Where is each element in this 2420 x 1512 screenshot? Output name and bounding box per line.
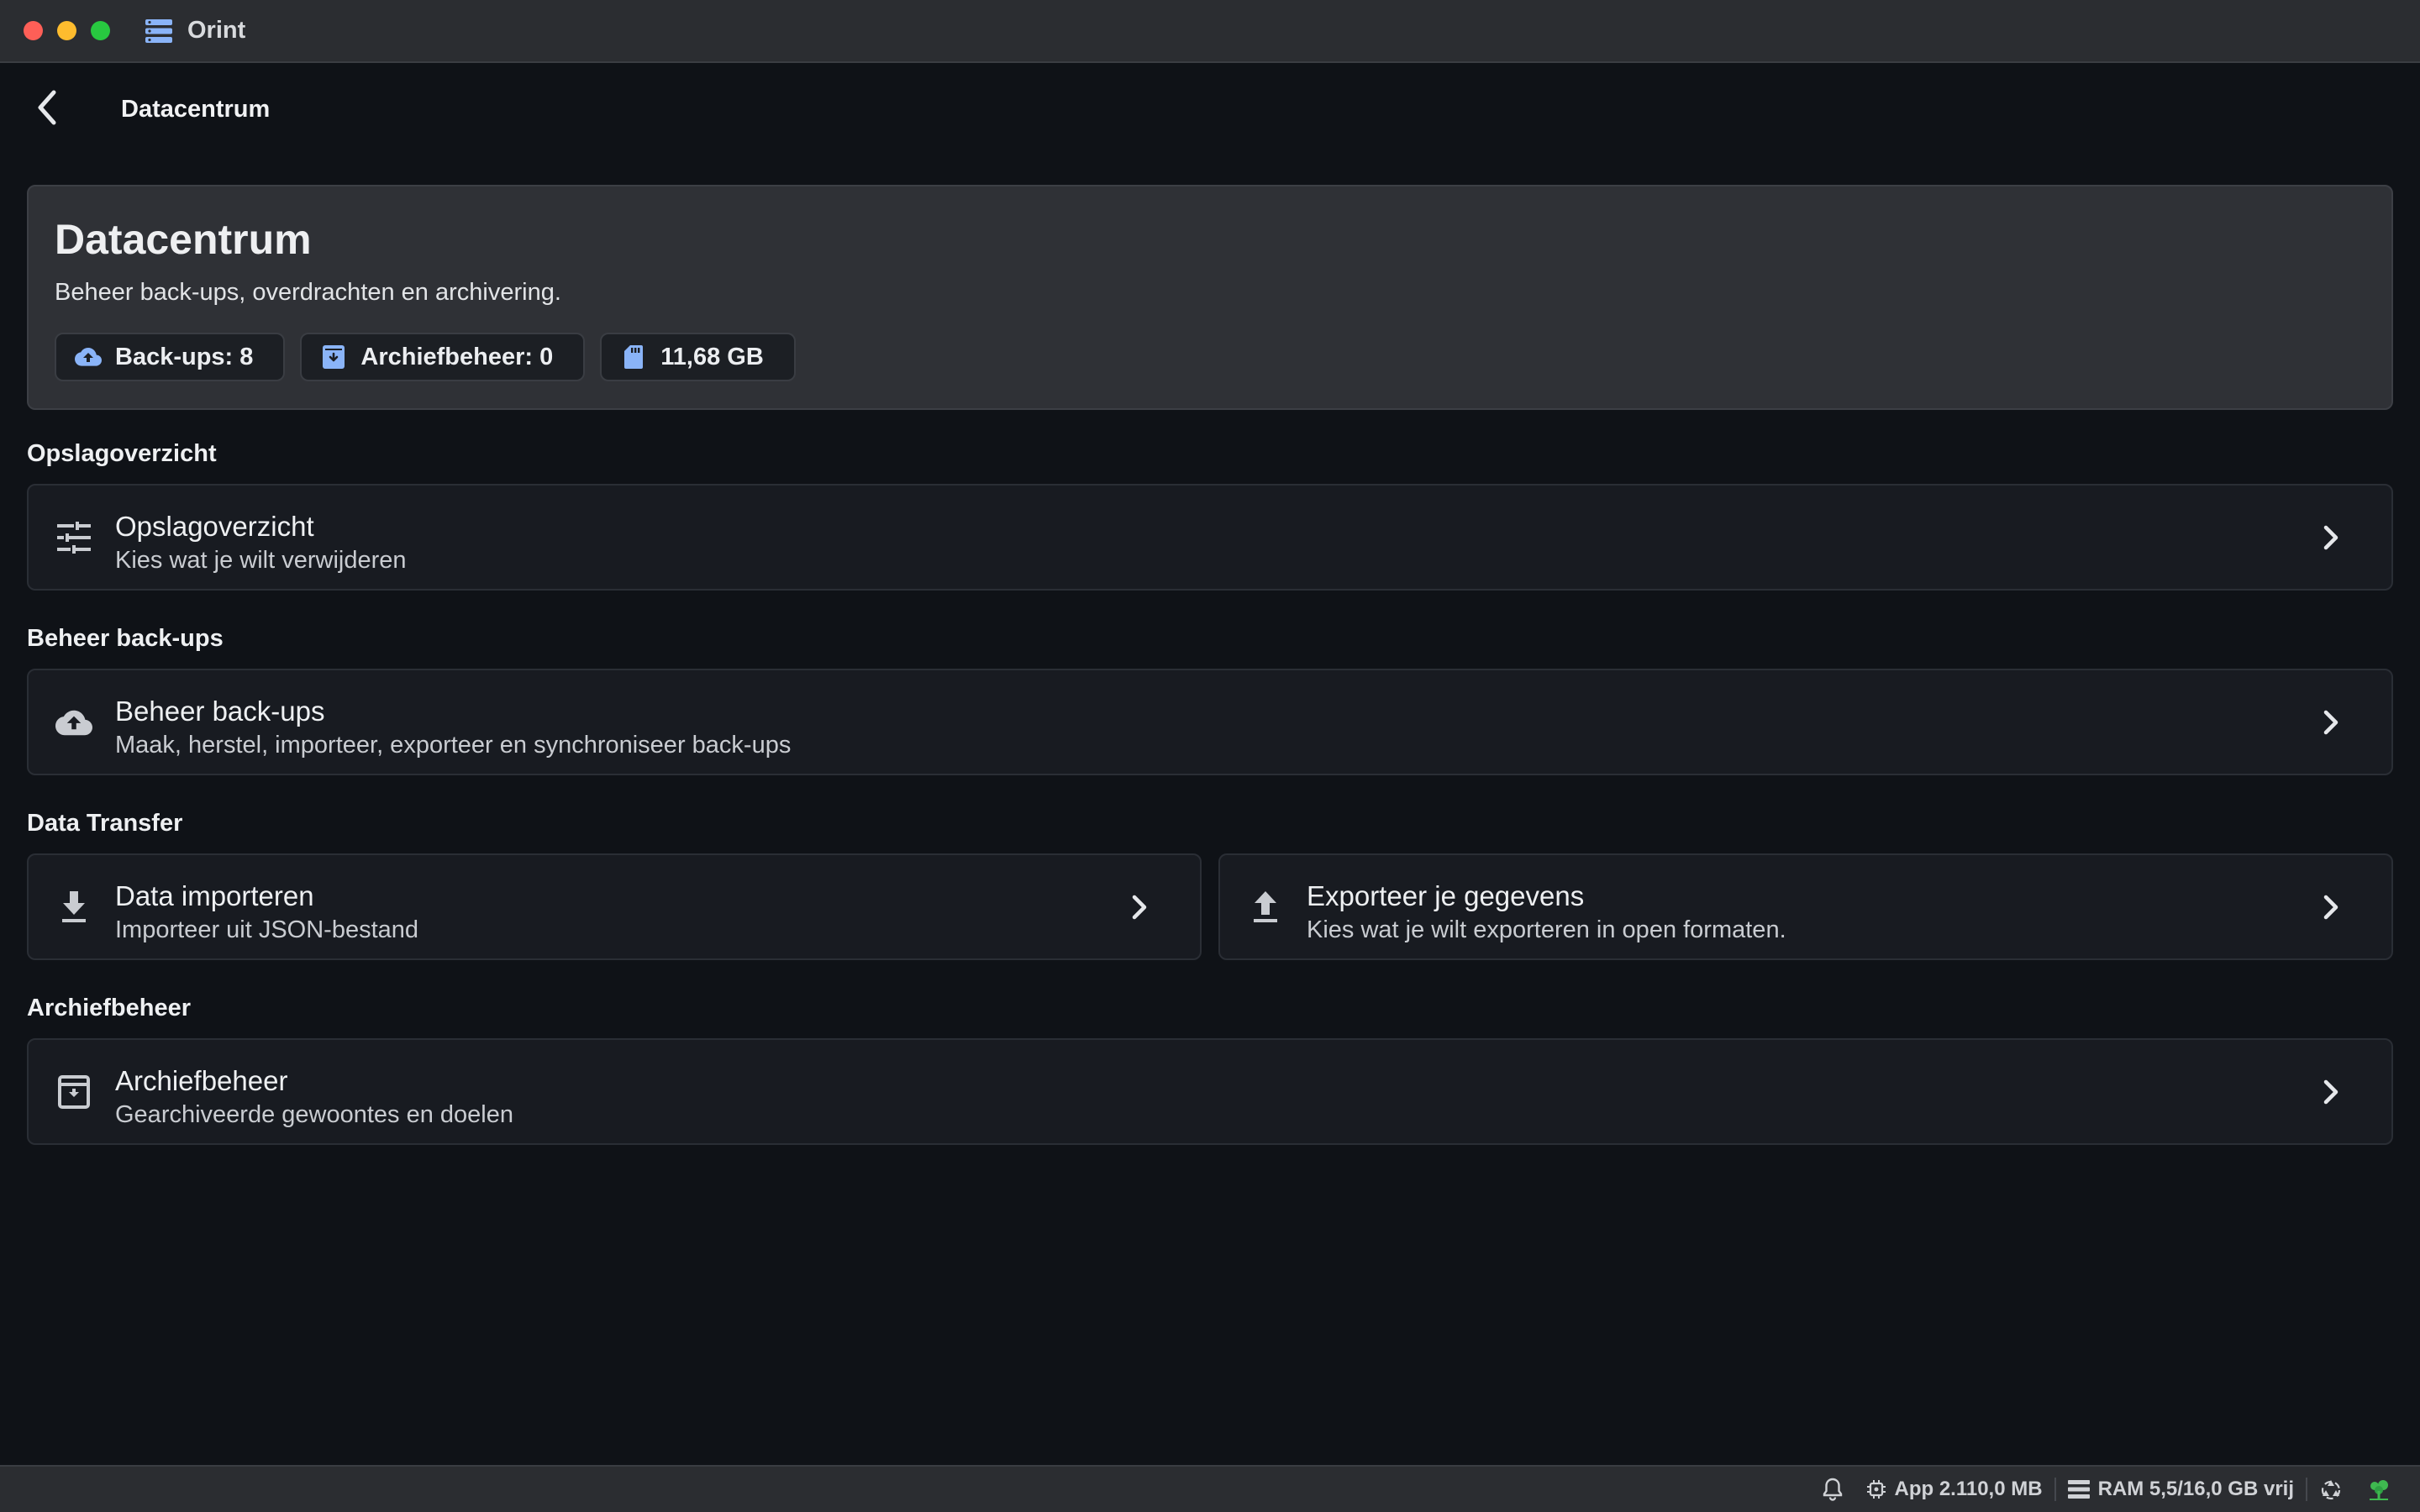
import-data-row[interactable]: Data importeren Importeer uit JSON-besta… [27,853,1202,960]
cloud-upload-icon [75,344,102,370]
minimize-window-button[interactable] [57,21,76,40]
cloud-upload-icon [55,704,92,741]
ram-label: RAM 5,5/16,0 GB vrij [2097,1478,2294,1500]
page-title: Datacentrum [121,96,271,123]
storage-overview-row[interactable]: Opslagoverzicht Kies wat je wilt verwijd… [27,484,2393,591]
sync-status-indicator[interactable] [2354,1478,2403,1501]
import-data-title: Data importeren [115,880,314,911]
recycle-button[interactable] [2307,1478,2354,1501]
app-memory-indicator[interactable]: App 2.110,0 MB [1854,1478,2054,1501]
export-data-row[interactable]: Exporteer je gegevens Kies wat je wilt e… [1218,853,2393,960]
archive-management-row[interactable]: Archiefbeheer Gearchiveerde gewoontes en… [27,1038,2393,1145]
archive-icon [55,1074,92,1110]
section-label-backups: Beheer back-ups [27,625,224,652]
chevron-left-icon [38,90,56,125]
recycle-icon [2321,1480,2341,1500]
archive-management-title: Archiefbeheer [115,1065,288,1096]
ram-indicator[interactable]: RAM 5,5/16,0 GB vrij [2056,1478,2306,1501]
zoom-window-button[interactable] [91,21,110,40]
export-data-subtitle: Kies wat je wilt exporteren in open form… [1307,916,1786,943]
backups-count-label: Back-ups: 8 [115,343,254,370]
storage-overview-subtitle: Kies wat je wilt verwijderen [115,547,407,574]
status-bar: App 2.110,0 MB RAM 5,5/16,0 GB vrij [0,1465,2420,1512]
import-data-subtitle: Importeer uit JSON-bestand [115,916,419,943]
manage-backups-title: Beheer back-ups [115,696,325,727]
section-label-transfer: Data Transfer [27,810,183,837]
archive-management-subtitle: Gearchiveerde gewoontes en doelen [115,1101,513,1128]
upload-icon [1247,889,1284,926]
window-titlebar: Orint [0,0,2420,63]
tree-status-icon [2370,1480,2388,1500]
archive-count-label: Archiefbeheer: 0 [360,343,554,370]
export-data-title: Exporteer je gegevens [1307,880,1585,911]
archive-count-chip: Archiefbeheer: 0 [300,333,586,381]
manage-backups-subtitle: Maak, herstel, importeer, exporteer en s… [115,732,792,759]
hero-subtitle: Beheer back-ups, overdrachten en archive… [55,279,561,306]
storage-overview-title: Opslagoverzicht [115,511,314,542]
app-title: Orint [187,17,246,44]
app-memory-label: App 2.110,0 MB [1894,1478,2043,1500]
archive-box-icon [320,344,347,370]
sd-card-icon [620,344,647,370]
back-button[interactable] [24,84,71,131]
manage-backups-row[interactable]: Beheer back-ups Maak, herstel, importeer… [27,669,2393,775]
chevron-right-icon [2316,1077,2346,1107]
backups-count-chip: Back-ups: 8 [55,333,286,381]
chevron-right-icon [2316,707,2346,738]
chevron-right-icon [2316,892,2346,922]
notifications-button[interactable] [1811,1478,1854,1501]
memory-stack-icon [2067,1480,2090,1499]
bell-icon [1823,1478,1842,1501]
download-icon [55,889,92,926]
section-label-storage: Opslagoverzicht [27,440,217,467]
tune-sliders-icon [55,519,92,556]
chevron-right-icon [2316,522,2346,553]
hero-title: Datacentrum [55,216,312,263]
storage-size-label: 11,68 GB [660,343,764,370]
chip-icon [1866,1480,1886,1499]
chevron-right-icon [1124,892,1155,922]
section-label-archive: Archiefbeheer [27,995,192,1021]
storage-size-chip: 11,68 GB [600,333,796,381]
window-controls [24,21,110,40]
app-logo-icon [145,18,174,44]
close-window-button[interactable] [24,21,43,40]
summary-chips: Back-ups: 8 Archiefbeheer: 0 11,68 GB [55,333,796,381]
datacenter-summary-card: Datacentrum Beheer back-ups, overdrachte… [27,185,2393,410]
